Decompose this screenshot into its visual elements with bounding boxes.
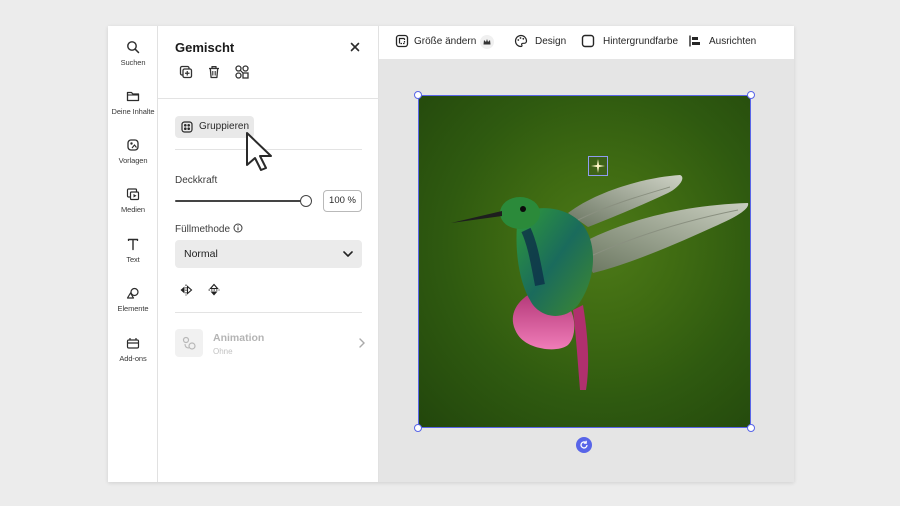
text-icon (127, 238, 139, 251)
premium-badge[interactable] (479, 34, 495, 50)
rail-label-text: Text (126, 255, 140, 264)
design-button[interactable]: Design (514, 34, 566, 50)
rail-item-elements[interactable]: Elemente (108, 286, 158, 313)
resize-icon (395, 34, 409, 48)
rail-label-templates: Vorlagen (118, 156, 148, 165)
resize-handle-bottom-right[interactable] (747, 424, 755, 432)
search-icon (127, 41, 140, 54)
animation-icon (182, 336, 196, 350)
divider (175, 149, 362, 150)
color-swatch-icon (581, 34, 595, 48)
rail-label-elements: Elemente (117, 304, 149, 313)
media-icon (126, 188, 140, 201)
trash-icon[interactable] (206, 64, 222, 80)
animation-subtitle: Ohne (213, 347, 233, 356)
chevron-right-icon (359, 338, 365, 348)
context-toolbar: Größe ändern Design Hintergrundfarbe Aus… (379, 26, 794, 59)
duplicate-icon[interactable] (178, 64, 194, 80)
templates-icon (127, 139, 139, 151)
app-window: Suchen Deine Inhalte Vorlagen Medien Tex… (108, 26, 794, 482)
resize-button[interactable]: Größe ändern (395, 34, 477, 50)
addons-icon (126, 338, 140, 349)
close-icon[interactable] (348, 40, 362, 54)
opacity-slider-handle[interactable] (300, 195, 312, 207)
animation-icon-box (175, 329, 203, 357)
canvas-area[interactable]: Größe ändern Design Hintergrundfarbe Aus… (379, 26, 794, 482)
divider (158, 98, 379, 99)
flip-vertical-icon[interactable] (207, 283, 221, 297)
group-button-label: Gruppieren (199, 121, 250, 132)
resize-handle-top-left[interactable] (414, 91, 422, 99)
group-icon (181, 121, 193, 133)
opacity-label: Deckkraft (175, 175, 218, 186)
opacity-input[interactable]: 100 % (323, 190, 362, 212)
animation-title: Animation (213, 332, 265, 344)
animation-row[interactable]: Animation Ohne (175, 329, 365, 359)
properties-panel: Gemischt Gruppieren Deckkraft 100 % Füll… (158, 26, 379, 482)
background-color-button[interactable]: Hintergrundfarbe (581, 34, 679, 50)
blend-mode-label: Füllmethode (175, 224, 231, 235)
divider (175, 312, 362, 313)
folder-icon (126, 91, 140, 102)
rail-label-media: Medien (121, 205, 145, 214)
resize-label: Größe ändern (414, 36, 477, 47)
panel-title: Gemischt (175, 40, 235, 55)
info-icon[interactable] (233, 223, 243, 233)
blend-mode-value: Normal (184, 248, 218, 260)
sparkle-marker[interactable] (588, 156, 608, 176)
resize-handle-top-right[interactable] (747, 91, 755, 99)
rotate-handle[interactable] (576, 437, 592, 453)
ungroup-icon[interactable] (234, 64, 250, 80)
chevron-down-icon (343, 251, 353, 257)
rail-item-text[interactable]: Text (108, 237, 158, 264)
design-label: Design (535, 36, 567, 47)
rail-label-your-content: Deine Inhalte (111, 107, 155, 116)
align-button[interactable]: Ausrichten (688, 34, 758, 50)
sparkle-icon (591, 159, 605, 173)
rail-label-addons: Add-ons (119, 354, 147, 363)
rail-label-search: Suchen (120, 58, 146, 67)
rail-item-your-content[interactable]: Deine Inhalte (108, 89, 158, 116)
group-button[interactable]: Gruppieren (175, 116, 254, 138)
palette-icon (514, 34, 528, 48)
rail-item-addons[interactable]: Add-ons (108, 336, 158, 363)
rotate-icon (580, 440, 588, 449)
resize-handle-bottom-left[interactable] (414, 424, 422, 432)
left-rail: Suchen Deine Inhalte Vorlagen Medien Tex… (108, 26, 158, 482)
opacity-slider-track[interactable] (175, 200, 305, 202)
hummingbird-image[interactable] (418, 95, 751, 428)
blend-mode-select[interactable]: Normal (175, 240, 362, 268)
background-color-label: Hintergrundfarbe (603, 36, 679, 47)
align-left-icon (689, 35, 700, 47)
premium-crown-icon (480, 35, 494, 49)
flip-horizontal-icon[interactable] (179, 283, 193, 297)
align-label: Ausrichten (709, 36, 757, 47)
shapes-icon (126, 287, 139, 299)
rail-item-templates[interactable]: Vorlagen (108, 138, 158, 165)
rail-item-media[interactable]: Medien (108, 187, 158, 214)
blend-mode-label-row: Füllmethode (175, 223, 243, 235)
rail-item-search[interactable]: Suchen (108, 40, 158, 67)
hummingbird-illustration (451, 175, 749, 390)
